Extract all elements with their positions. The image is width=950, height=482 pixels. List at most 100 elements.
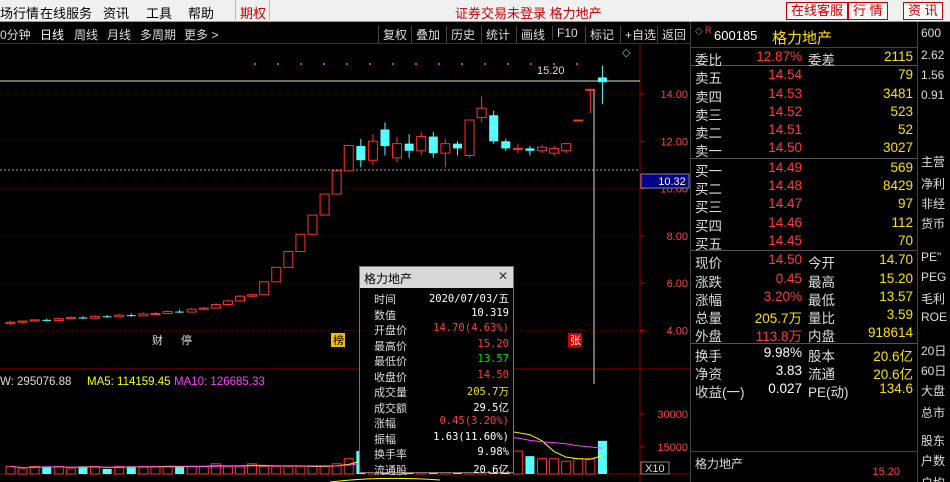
mark-button[interactable]: 标记 <box>585 26 614 43</box>
popup-title: 格力地产 <box>364 272 413 286</box>
strip-item[interactable]: 主营 <box>921 153 945 170</box>
menu-options[interactable]: 期权 <box>235 0 270 22</box>
bids-price: 14.47 <box>768 196 802 212</box>
asks-row[interactable]: 卖二 14.51 52 <box>691 121 917 141</box>
quote-button[interactable]: 行 情 <box>848 2 888 20</box>
f10-button[interactable]: F10 <box>552 26 578 40</box>
margin-badge: R <box>705 25 712 35</box>
tab-monthly[interactable]: 月线 <box>107 26 131 43</box>
bids-price: 14.49 <box>768 159 802 175</box>
back-button[interactable]: 返回 <box>657 26 686 43</box>
menu-help[interactable]: 帮助 <box>188 3 214 22</box>
asks-row[interactable]: 卖五 14.54 79 <box>691 66 917 86</box>
bids-row[interactable]: 买三 14.47 97 <box>691 195 917 215</box>
popup-key: 换手率 <box>374 449 407 461</box>
volume-bar <box>561 460 572 475</box>
close-icon[interactable]: ✕ <box>496 269 510 283</box>
asks-row[interactable]: 卖一 14.50 3027 <box>691 139 917 159</box>
strip-item[interactable]: PE" <box>921 250 941 264</box>
bids-price: 14.45 <box>768 232 802 248</box>
strip-item[interactable]: 600 <box>921 26 941 40</box>
bids-row[interactable]: 买一 14.49 569 <box>691 159 917 179</box>
statistics-button[interactable]: 统计 <box>481 26 510 43</box>
bids-row[interactable]: 买二 14.48 8429 <box>691 177 917 197</box>
event-marker: 财 <box>152 333 163 347</box>
tab-multi-period[interactable]: 多周期 <box>140 26 176 43</box>
online-support-button[interactable]: 在线客服 <box>786 2 849 20</box>
mini-chart[interactable]: 格力地产 15.20 <box>691 451 918 482</box>
bids-volume: 569 <box>890 159 913 175</box>
strip-item[interactable]: ROE <box>921 310 947 324</box>
overlay-button[interactable]: 叠加 <box>411 26 440 43</box>
strip-item[interactable]: 非经 <box>921 195 945 212</box>
bids-row[interactable]: 买四 14.46 112 <box>691 214 917 234</box>
tab-weekly[interactable]: 周线 <box>74 26 98 43</box>
popup-key: 成交额 <box>374 402 407 415</box>
bid-book: 买一 14.49 569 买二 14.48 8429 买三 14.47 97 买四 14.46 112… <box>691 159 917 252</box>
popup-value: 14.70(4.63%) <box>433 322 509 334</box>
candle-body <box>343 145 354 172</box>
asks-row[interactable]: 卖四 14.53 3481 <box>691 85 917 105</box>
tab-more[interactable]: 更多 > <box>184 26 218 43</box>
asks-price: 14.51 <box>768 122 802 138</box>
fund-row: 收益(一) 0.027 PE(动) 134.6 <box>691 380 917 401</box>
candle-body <box>198 307 209 310</box>
menu-market[interactable]: 场行情 <box>0 3 39 22</box>
menu-online-service[interactable]: 在线服务 <box>40 3 92 22</box>
popup-key: 时间 <box>374 294 396 306</box>
strip-item[interactable]: 总市 <box>921 404 945 421</box>
stock-name: 格力地产 <box>772 30 833 47</box>
tab-daily[interactable]: 日线 <box>40 26 64 43</box>
volume-bar <box>259 465 270 475</box>
strip-item[interactable]: 1.56 <box>921 68 944 82</box>
popup-title-bar[interactable]: 格力地产 ✕ <box>360 267 513 288</box>
add-watchlist-button[interactable]: +自选 <box>620 26 656 43</box>
volume-bar <box>307 465 318 475</box>
popup-key: 流通股 <box>374 464 407 477</box>
volume-bar <box>295 465 306 475</box>
strip-item[interactable]: 股东 <box>921 432 945 449</box>
fund-value: 9.98% <box>763 344 802 360</box>
strip-item[interactable]: 货币 <box>921 215 945 232</box>
volume-bar <box>5 465 16 475</box>
strip-item[interactable]: 2.62 <box>921 48 944 62</box>
strip-item[interactable]: 户均 <box>921 474 945 482</box>
event-marker: 榜 <box>333 333 344 347</box>
signal-dot <box>346 63 348 65</box>
strip-item[interactable]: 净利 <box>921 175 945 192</box>
candle-body <box>525 148 535 151</box>
volume-bar <box>53 465 64 475</box>
bids-row[interactable]: 买五 14.45 70 <box>691 232 917 252</box>
bids-volume: 112 <box>891 214 913 230</box>
fund-label: 收益(一) <box>695 385 745 401</box>
popup-value: 0.45(3.20%) <box>439 415 509 427</box>
asks-volume: 52 <box>897 122 913 138</box>
draw-line-button[interactable]: 画线 <box>516 26 545 43</box>
history-button[interactable]: 历史 <box>446 26 475 43</box>
kline-chart[interactable]: 14.0012.0010.008.006.004.0010.3230000150… <box>0 44 690 482</box>
strip-item[interactable]: 0.91 <box>921 88 944 102</box>
strip-item[interactable]: 毛利 <box>921 290 945 307</box>
strip-item[interactable]: 大盘 <box>921 382 945 399</box>
popup-key: 涨幅 <box>374 418 396 430</box>
ask-book: 卖五 14.54 79 卖四 14.53 3481 卖三 14.52 523 卖二 14.51 52 卖… <box>691 66 917 159</box>
strip-item[interactable]: 20日 <box>921 342 946 359</box>
candle-body <box>561 143 572 152</box>
stat-value: 918614 <box>867 325 913 341</box>
popup-row: 收盘价 14.50 <box>360 369 513 385</box>
asks-row[interactable]: 卖三 14.52 523 <box>691 103 917 123</box>
volume-bar <box>512 450 523 475</box>
strip-item[interactable]: 户数 <box>921 452 945 469</box>
menu-tools[interactable]: 工具 <box>146 3 172 22</box>
restore-rights-button[interactable]: 复权 <box>378 26 407 43</box>
news-button[interactable]: 资 讯 <box>903 2 943 20</box>
popup-value: 13.57 <box>477 353 509 365</box>
strip-item[interactable]: 60日 <box>921 362 946 379</box>
tab-minute[interactable]: 0分钟 <box>0 26 31 43</box>
candle-body <box>150 312 161 315</box>
bids-volume: 70 <box>897 232 913 248</box>
signal-dot <box>507 63 509 65</box>
strip-item[interactable]: PEG <box>921 270 946 284</box>
candle-body <box>126 315 136 317</box>
menu-news[interactable]: 资讯 <box>103 3 129 22</box>
